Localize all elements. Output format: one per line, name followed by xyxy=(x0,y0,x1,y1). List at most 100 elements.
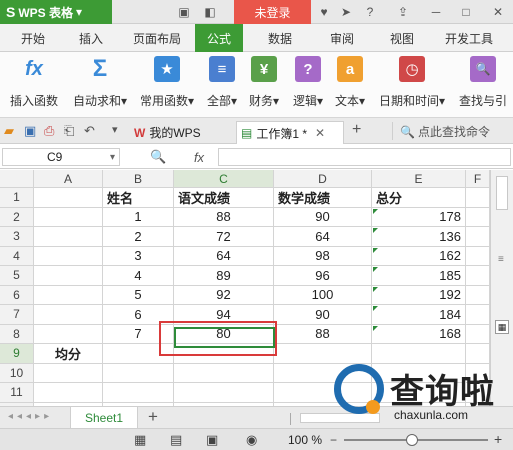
insert-function-button[interactable]: fx 插入函数 xyxy=(6,56,62,114)
row-header-6[interactable]: 6 xyxy=(0,285,34,305)
data-cell[interactable]: 184 xyxy=(372,305,466,325)
cell[interactable] xyxy=(34,363,103,383)
cell[interactable] xyxy=(174,363,274,383)
data-cell[interactable]: 88 xyxy=(174,207,274,227)
date-time-button[interactable]: ◷ 日期和时间▾ xyxy=(376,56,448,114)
close-icon[interactable]: ✕ xyxy=(490,4,506,20)
cell[interactable] xyxy=(34,246,103,266)
page-break-view-icon[interactable]: ▤ xyxy=(170,432,182,448)
data-cell[interactable]: 64 xyxy=(274,227,372,247)
row-header-9[interactable]: 9 xyxy=(0,344,34,364)
undo-icon[interactable]: ↶ xyxy=(84,123,95,139)
heart-icon[interactable]: ♥ xyxy=(316,4,332,20)
data-cell[interactable]: 64 xyxy=(174,246,274,266)
column-header-c[interactable]: C xyxy=(174,170,274,188)
data-cell[interactable]: 90 xyxy=(274,207,372,227)
tab-review[interactable]: 审阅 xyxy=(318,24,366,52)
cell[interactable] xyxy=(34,383,103,403)
row-header-7[interactable]: 7 xyxy=(0,305,34,325)
data-cell[interactable]: 100 xyxy=(274,285,372,305)
row-header-5[interactable]: 5 xyxy=(0,266,34,286)
all-functions-button[interactable]: ≡ 全部▾ xyxy=(202,56,242,114)
data-cell[interactable]: 3 xyxy=(103,246,174,266)
cell[interactable] xyxy=(34,266,103,286)
header-cell[interactable]: 姓名 xyxy=(103,188,174,208)
chevron-down-icon[interactable]: ▾ xyxy=(112,123,118,136)
tab-insert[interactable]: 插入 xyxy=(66,24,116,52)
column-header-e[interactable]: E xyxy=(372,170,466,188)
zoom-formula-icon[interactable]: 🔍 xyxy=(150,149,166,165)
cell[interactable] xyxy=(466,285,490,305)
row-header-4[interactable]: 4 xyxy=(0,246,34,266)
cell[interactable] xyxy=(466,266,490,286)
sheet-nav-arrows-icon[interactable]: ◂◂◂▸▸ xyxy=(8,411,53,422)
cell[interactable] xyxy=(466,324,490,344)
data-cell[interactable]: 178 xyxy=(372,207,466,227)
column-header-b[interactable]: B xyxy=(103,170,174,188)
scroll-thumb[interactable] xyxy=(496,176,508,210)
column-header-f[interactable]: F xyxy=(466,170,490,188)
column-header-a[interactable]: A xyxy=(34,170,103,188)
cell[interactable] xyxy=(466,207,490,227)
normal-view-icon[interactable]: ▦ xyxy=(134,432,146,448)
template-icon[interactable]: ▣ xyxy=(176,4,192,20)
data-cell[interactable]: 2 xyxy=(103,227,174,247)
formula-input[interactable] xyxy=(218,148,511,166)
cell[interactable] xyxy=(34,324,103,344)
name-box[interactable]: C9 ▾ xyxy=(2,148,120,166)
restore-icon[interactable]: ⇪ xyxy=(395,4,411,20)
data-cell[interactable]: 92 xyxy=(174,285,274,305)
row-header-8[interactable]: 8 xyxy=(0,324,34,344)
cell[interactable] xyxy=(34,227,103,247)
print-icon[interactable]: ⎗ xyxy=(64,123,74,139)
data-cell[interactable]: 4 xyxy=(103,266,174,286)
average-label-cell[interactable]: 均分 xyxy=(34,344,103,364)
sheet-tab[interactable]: Sheet1 xyxy=(70,407,138,429)
save-icon[interactable]: ▣ xyxy=(24,123,36,139)
login-button[interactable]: 未登录 xyxy=(234,0,311,24)
cell[interactable] xyxy=(174,383,274,403)
data-cell[interactable]: 1 xyxy=(103,207,174,227)
tab-page-layout[interactable]: 页面布局 xyxy=(124,24,190,52)
data-cell[interactable]: 72 xyxy=(174,227,274,247)
cell[interactable] xyxy=(466,227,490,247)
common-functions-button[interactable]: ★ 常用函数▾ xyxy=(136,56,198,114)
add-sheet-icon[interactable]: + xyxy=(148,407,158,427)
tab-my-wps[interactable]: W 我的WPS xyxy=(130,121,230,144)
command-search[interactable]: 🔍 点此查找命令 xyxy=(400,123,512,140)
cell[interactable] xyxy=(466,246,490,266)
tab-workbook1[interactable]: ▤ 工作簿1 * ✕ xyxy=(236,121,344,144)
share-icon[interactable]: ➤ xyxy=(338,4,354,20)
tab-view[interactable]: 视图 xyxy=(378,24,426,52)
cell[interactable] xyxy=(466,188,490,208)
row-header-10[interactable]: 10 xyxy=(0,363,34,383)
data-cell[interactable]: 90 xyxy=(274,305,372,325)
autosum-button[interactable]: Σ 自动求和▾ xyxy=(70,55,130,114)
header-cell[interactable]: 语文成绩 xyxy=(174,188,274,208)
tab-data[interactable]: 数据 xyxy=(256,24,304,52)
cell[interactable] xyxy=(103,383,174,403)
page-layout-view-icon[interactable]: ▣ xyxy=(206,432,218,448)
data-cell[interactable]: 162 xyxy=(372,246,466,266)
zoom-in-icon[interactable]: + xyxy=(494,431,502,447)
row-header-1[interactable]: 1 xyxy=(0,188,34,208)
data-cell[interactable]: 88 xyxy=(274,324,372,344)
data-cell[interactable]: 192 xyxy=(372,285,466,305)
header-cell[interactable]: 数学成绩 xyxy=(274,188,372,208)
data-cell[interactable]: 98 xyxy=(274,246,372,266)
column-header-d[interactable]: D xyxy=(274,170,372,188)
logic-button[interactable]: ? 逻辑▾ xyxy=(288,56,328,114)
zoom-out-icon[interactable]: − xyxy=(330,433,337,447)
open-folder-icon[interactable]: ▰ xyxy=(4,123,14,139)
header-cell[interactable]: 总分 xyxy=(372,188,466,208)
row-header-11[interactable]: 11 xyxy=(0,383,34,403)
lookup-button[interactable]: 🔍 查找与引 xyxy=(454,56,512,114)
minimize-icon[interactable]: ─ xyxy=(428,4,444,20)
skin-icon[interactable]: ◧ xyxy=(202,4,218,20)
data-cell[interactable]: 168 xyxy=(372,324,466,344)
text-button[interactable]: a 文本▾ xyxy=(330,56,370,114)
data-cell[interactable]: 96 xyxy=(274,266,372,286)
cell[interactable] xyxy=(103,363,174,383)
zoom-slider-handle[interactable] xyxy=(406,434,418,446)
fx-icon[interactable]: fx xyxy=(186,147,212,167)
